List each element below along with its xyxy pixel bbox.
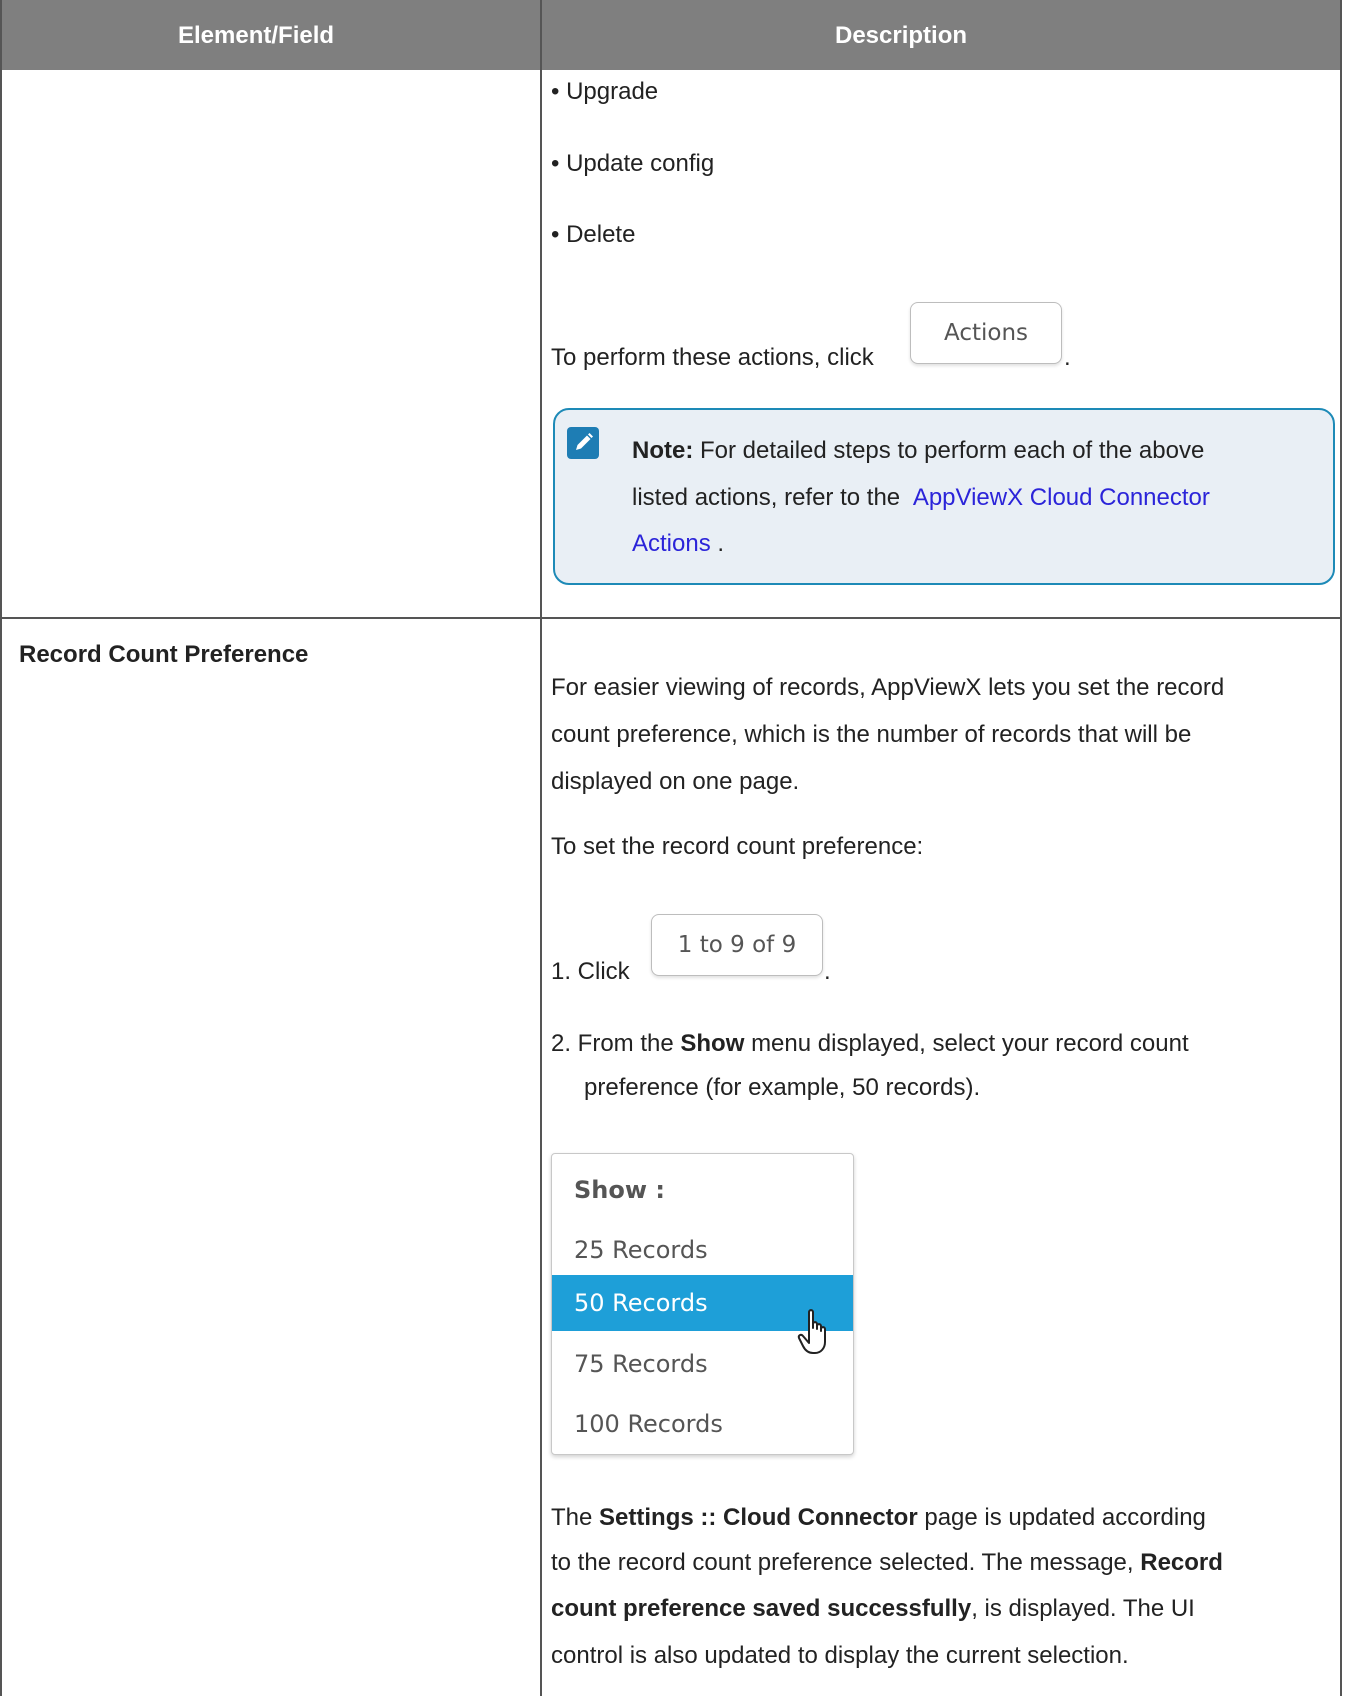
result-line-1: The Settings :: Cloud Connector page is … (551, 1500, 1206, 1536)
header-description: Description (835, 22, 968, 49)
note-text-1: For detailed steps to perform each of th… (700, 437, 1205, 464)
intro-line-3: displayed on one page. (551, 768, 800, 795)
menu-item-25[interactable]: 25 Records (552, 1222, 853, 1278)
success-message: count preference saved successfully (551, 1595, 972, 1622)
note-line-2: listed actions, refer to the AppViewX Cl… (632, 480, 1210, 516)
result-line-3-text: , is displayed. The UI (971, 1595, 1195, 1622)
step-1-text: 1. Click (551, 958, 630, 985)
result-line-2: to the record count preference selected.… (551, 1545, 1223, 1581)
note-text-2: listed actions, refer to the (632, 484, 901, 511)
period: . (1064, 344, 1071, 371)
to-set-text: To set the record count preference: (551, 833, 924, 860)
field-record-count-preference: Record Count Preference (19, 641, 309, 668)
hand-cursor-icon (796, 1308, 836, 1356)
intro-line-2: count preference, which is the number of… (551, 721, 1192, 748)
step-2-post: menu displayed, select your record count (751, 1030, 1189, 1057)
bullet-upgrade: • Upgrade (551, 78, 659, 105)
bullet-update-config: • Update config (551, 150, 715, 177)
perform-actions-text: To perform these actions, click (551, 344, 874, 371)
note-line-3: Actions . (632, 526, 724, 562)
success-message-start: Record (1140, 1549, 1223, 1576)
table-header: Element/Field Description (2, 0, 1340, 70)
cloud-connector-actions-link[interactable]: AppViewX Cloud Connector (913, 484, 1210, 511)
menu-header: Show : (574, 1176, 665, 1204)
step-1-period: . (824, 958, 831, 985)
result-line-4: control is also updated to display the c… (551, 1642, 1129, 1669)
column-divider (540, 0, 542, 1696)
show-menu-label: Show (680, 1030, 745, 1057)
step-2-line-1: 2. From the Show menu displayed, select … (551, 1026, 1189, 1062)
result-post: page is updated according (924, 1504, 1206, 1531)
paging-button[interactable]: 1 to 9 of 9 (651, 914, 823, 976)
cloud-connector-actions-link-cont[interactable]: Actions (632, 530, 711, 557)
result-line-3: count preference saved successfully, is … (551, 1591, 1195, 1627)
settings-page-name: Settings :: Cloud Connector (599, 1504, 918, 1531)
intro-line-1: For easier viewing of records, AppViewX … (551, 674, 1225, 701)
note-label: Note: (632, 437, 694, 464)
pencil-icon (567, 427, 599, 459)
row-divider (2, 617, 1340, 619)
step-2-pre: 2. From the (551, 1030, 674, 1057)
note-line-1: Note: For detailed steps to perform each… (632, 433, 1204, 469)
bullet-delete: • Delete (551, 221, 636, 248)
result-pre: The (551, 1504, 593, 1531)
show-records-menu: Show : 25 Records 50 Records 75 Records … (551, 1153, 854, 1455)
menu-item-100[interactable]: 100 Records (552, 1396, 853, 1452)
note-end: . (717, 530, 725, 557)
actions-button[interactable]: Actions (910, 302, 1062, 364)
step-2-line-2: preference (for example, 50 records). (584, 1074, 981, 1101)
result-line-2-text: to the record count preference selected.… (551, 1549, 1134, 1576)
header-element-field: Element/Field (178, 22, 335, 49)
